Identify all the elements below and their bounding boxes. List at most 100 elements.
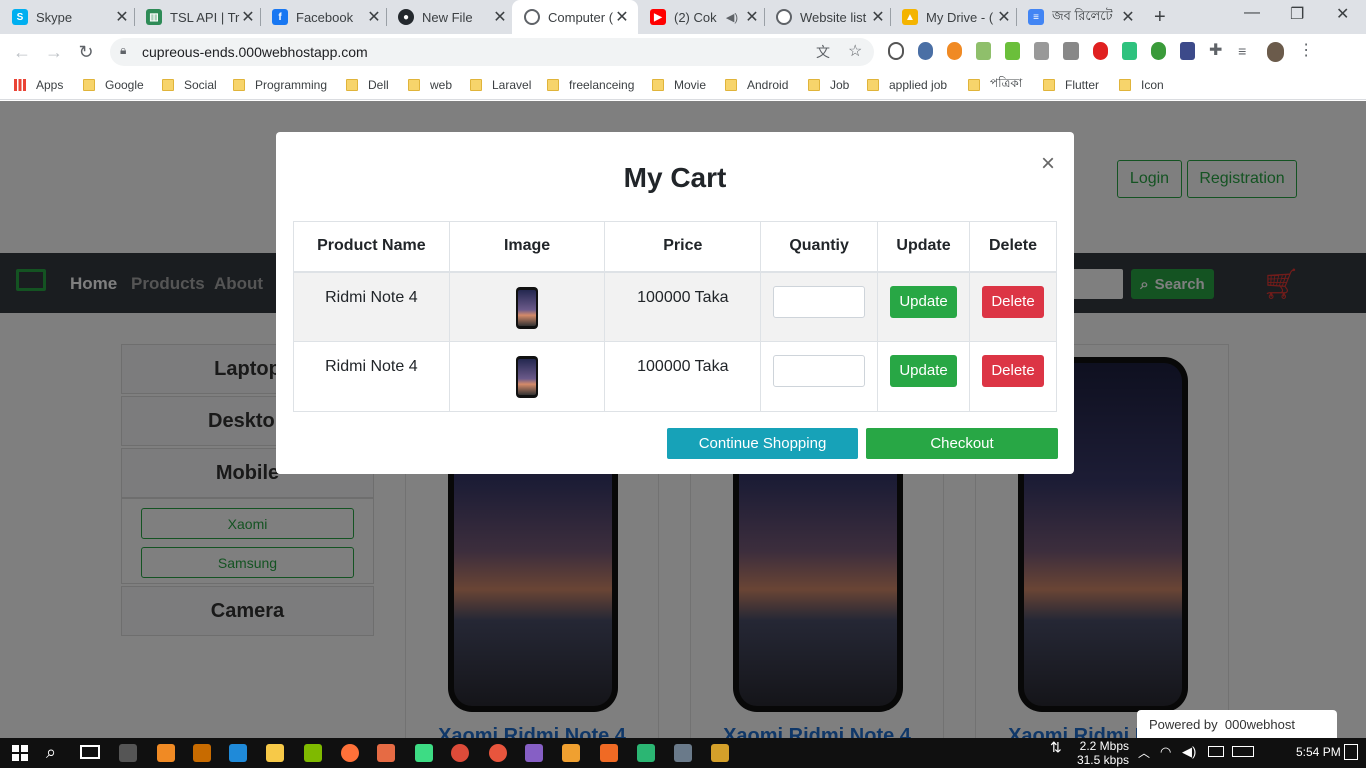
bookmark-folder[interactable]: Flutter [1043, 76, 1099, 94]
file-explorer-icon[interactable] [266, 744, 284, 762]
tab-title: Skype [36, 9, 73, 25]
tab-trello[interactable]: ▥ TSL API | Tr ✕ [146, 0, 256, 34]
bookmark-folder[interactable]: Icon [1119, 76, 1164, 94]
grammarly-extension-icon[interactable] [1121, 42, 1137, 60]
close-icon[interactable]: ✕ [996, 7, 1012, 27]
chrome-icon[interactable] [451, 744, 469, 762]
battery-icon[interactable] [1208, 746, 1224, 757]
translate-icon[interactable]: ⽂ [816, 42, 830, 62]
tab-youtube[interactable]: ▶ (2) Cok ◀) ✕ [650, 0, 760, 34]
close-icon[interactable]: ✕ [744, 7, 760, 27]
firefox-icon[interactable] [341, 744, 359, 762]
red-extension-icon[interactable] [1092, 42, 1108, 60]
update-button[interactable]: Update [890, 285, 957, 318]
delete-button[interactable]: Delete [982, 285, 1044, 318]
search-icon[interactable]: ⌕ [46, 742, 56, 763]
copy-extension-icon[interactable] [1034, 42, 1050, 60]
delete-button[interactable]: Delete [982, 355, 1044, 387]
bookmark-folder[interactable]: Google [83, 76, 144, 94]
green-extension-icon[interactable] [976, 42, 992, 60]
globe-extension-icon[interactable] [1150, 42, 1166, 60]
orange-extension-icon[interactable] [946, 42, 963, 60]
notification-icon[interactable] [1344, 744, 1358, 760]
chevron-up-icon[interactable]: ︿ [1138, 744, 1150, 761]
bookmark-apps[interactable]: Apps [14, 76, 63, 94]
checkout-button[interactable]: Checkout [866, 428, 1058, 459]
bookmark-folder[interactable]: Movie [652, 76, 706, 94]
media-icon[interactable]: ≡ [1238, 42, 1253, 60]
bookmark-folder[interactable]: Social [162, 76, 217, 94]
app-icon[interactable] [377, 744, 395, 762]
address-bar[interactable]: 🔒︎ cupreous-ends.000webhostapp.com ⽂ ☆ [110, 38, 874, 66]
download-extension-icon[interactable] [1005, 42, 1021, 60]
volume-icon[interactable]: ◀) [1182, 744, 1196, 760]
avatar[interactable] [1267, 42, 1285, 62]
close-icon[interactable]: × [1038, 150, 1058, 178]
tab-facebook[interactable]: f Facebook ✕ [272, 0, 382, 34]
reload-icon[interactable]: ↻ [74, 40, 98, 64]
visual-studio-icon[interactable] [525, 744, 543, 762]
screen-extension-icon[interactable] [1063, 42, 1079, 60]
close-icon[interactable]: ✕ [492, 7, 508, 27]
bookmark-folder[interactable]: Programming [233, 76, 327, 94]
task-view-icon[interactable] [80, 745, 100, 759]
back-icon[interactable]: ← [10, 40, 34, 64]
forward-icon[interactable]: → [42, 40, 66, 64]
new-tab-icon[interactable]: + [1154, 6, 1166, 29]
block-extension-icon[interactable] [888, 42, 904, 60]
app-icon[interactable] [119, 744, 137, 762]
continue-shopping-button[interactable]: Continue Shopping [667, 428, 858, 459]
app-icon[interactable] [193, 744, 211, 762]
update-button[interactable]: Update [890, 355, 957, 387]
sublime-icon[interactable] [600, 744, 618, 762]
window-close-icon[interactable]: ✕ [1336, 4, 1349, 24]
app-icon[interactable] [674, 744, 692, 762]
close-icon[interactable]: ✕ [240, 7, 256, 27]
puzzle-icon[interactable]: ✚ [1209, 42, 1224, 60]
star-icon[interactable]: ☆ [848, 41, 862, 61]
bookmark-folder[interactable]: Android [725, 76, 788, 94]
app-icon[interactable] [489, 744, 507, 762]
bookmark-folder[interactable]: Job [808, 76, 849, 94]
cursor-extension-icon[interactable] [917, 42, 933, 60]
tab-github[interactable]: ● New File ✕ [398, 0, 508, 34]
tab-title: Computer ( [548, 9, 614, 25]
close-icon[interactable]: ✕ [614, 7, 630, 27]
tab-docs[interactable]: ≡ জব রিলেটে ✕ [1028, 0, 1136, 34]
quantity-input[interactable] [773, 355, 866, 387]
menu-icon[interactable]: ⋮ [1298, 42, 1314, 60]
close-icon[interactable]: ✕ [870, 7, 886, 27]
windows-start-icon[interactable] [12, 745, 28, 761]
tab-computer[interactable]: Computer ( ✕ [512, 0, 638, 34]
app-icon[interactable] [711, 744, 729, 762]
app-icon[interactable] [562, 744, 580, 762]
close-icon[interactable]: ✕ [114, 7, 130, 27]
close-icon[interactable]: ✕ [366, 7, 382, 27]
keyboard-icon[interactable] [1232, 746, 1254, 757]
bookmark-folder[interactable]: Dell [346, 76, 389, 94]
tab-website-list[interactable]: Website list ✕ [776, 0, 886, 34]
tab-drive[interactable]: ▲ My Drive - ( ✕ [902, 0, 1012, 34]
bookmark-folder[interactable]: web [408, 76, 452, 94]
speaker-icon[interactable]: ◀) [726, 11, 738, 24]
bookmark-folder[interactable]: পত্রিকা [968, 76, 1022, 94]
list-extension-icon[interactable] [1179, 42, 1196, 60]
quantity-input[interactable] [773, 285, 866, 318]
app-icon[interactable] [157, 744, 175, 762]
restore-icon[interactable]: ❐ [1290, 4, 1304, 24]
app-icon[interactable] [637, 744, 655, 762]
tab-skype[interactable]: S Skype ✕ [12, 0, 130, 34]
close-icon[interactable]: ✕ [1120, 7, 1136, 27]
powered-by-badge[interactable]: Powered by 000webhost [1137, 710, 1337, 738]
bookmark-folder[interactable]: Laravel [470, 76, 531, 94]
column-header: Quantiy [760, 221, 879, 273]
android-studio-icon[interactable] [415, 744, 433, 762]
bookmark-folder[interactable]: freelanceing [547, 76, 634, 94]
bookmark-label: Programming [255, 78, 328, 92]
bookmark-folder[interactable]: applied job [867, 76, 947, 94]
store-icon[interactable] [304, 744, 322, 762]
wifi-icon[interactable]: ◠ [1160, 744, 1171, 760]
minimize-icon[interactable]: — [1244, 4, 1260, 22]
clock[interactable]: 5:54 PM [1296, 745, 1341, 759]
edge-icon[interactable] [229, 744, 247, 762]
